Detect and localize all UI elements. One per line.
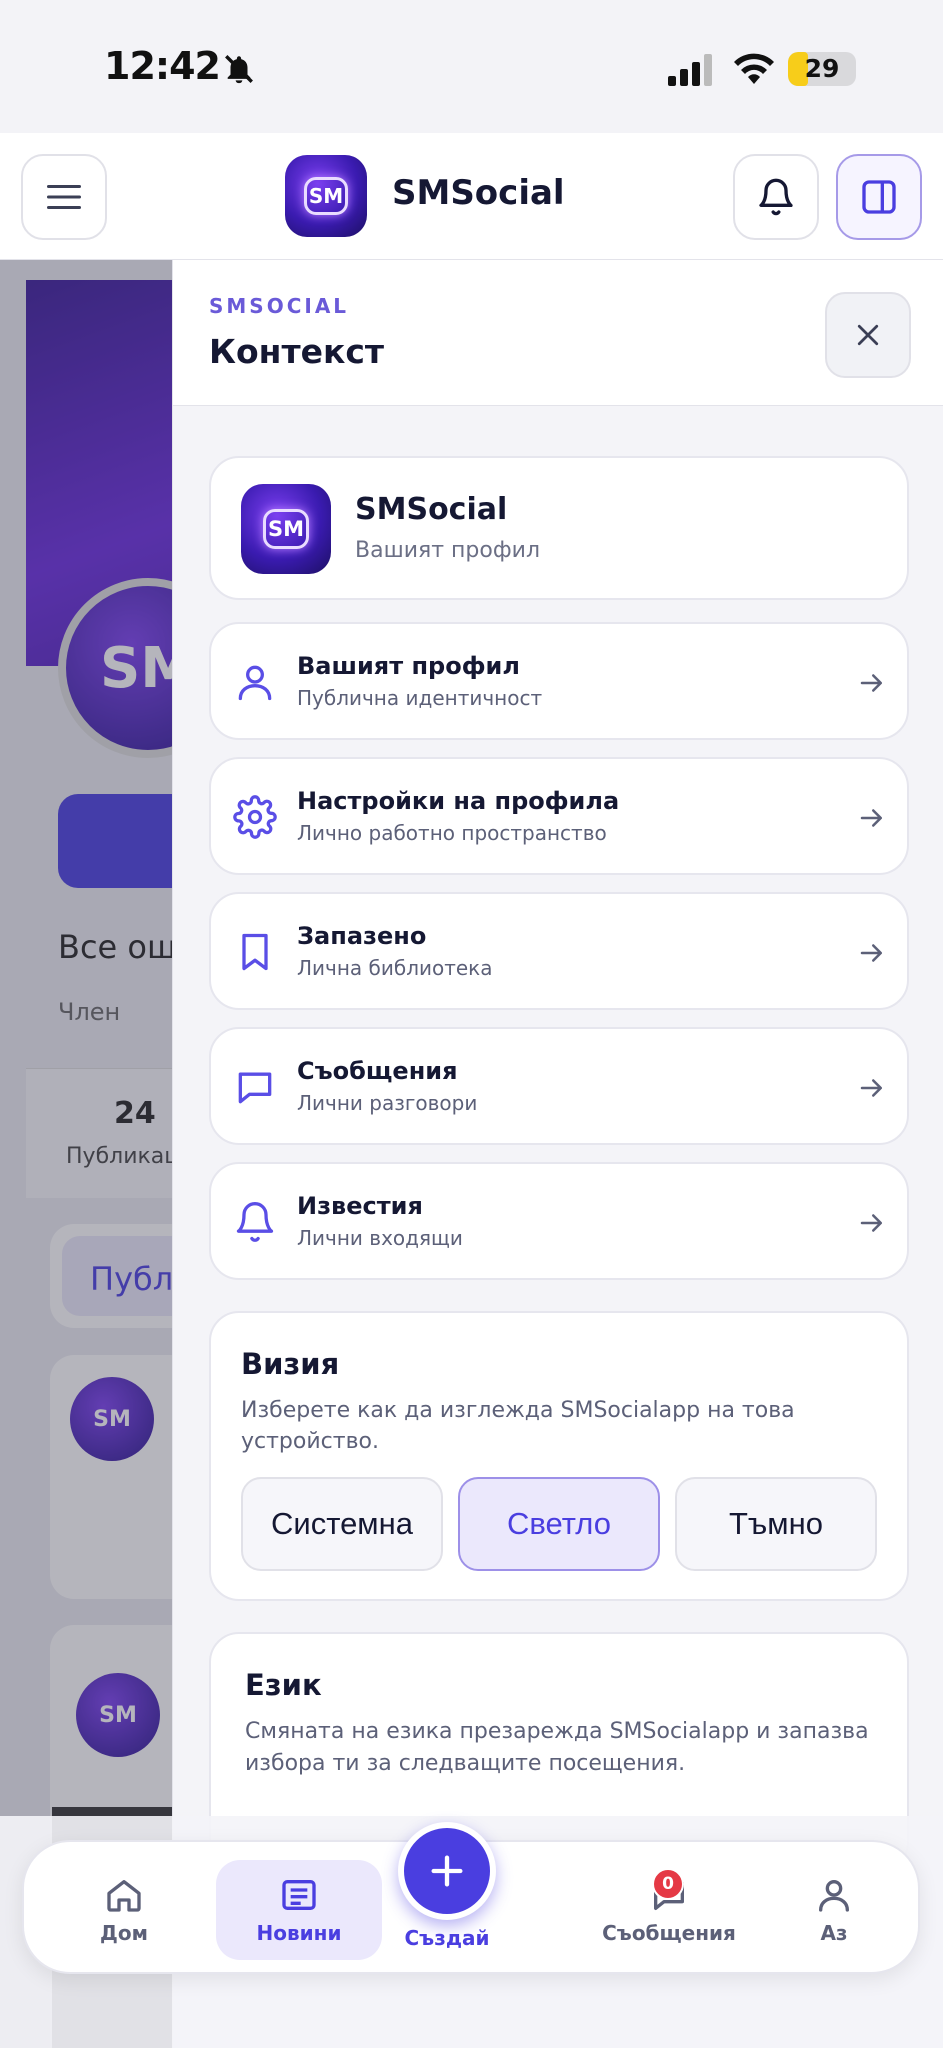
menu-item-sub: Лична библиотека <box>297 956 493 980</box>
app-brand: SMSocial <box>392 173 565 213</box>
bookmark-icon <box>242 933 268 971</box>
profile-name: SMSocial <box>355 492 508 527</box>
menu-button[interactable] <box>21 154 107 240</box>
menu-item-saved[interactable]: Запазено Лична библиотека <box>209 892 909 1010</box>
nav-home-label: Дом <box>100 1921 148 1945</box>
nav-home[interactable]: Дом <box>64 1860 184 1960</box>
nav-me-label: Аз <box>820 1921 848 1945</box>
create-button[interactable] <box>398 1822 496 1920</box>
arrow-right-icon <box>860 1214 882 1232</box>
hamburger-icon <box>47 185 81 209</box>
language-heading: Език <box>245 1668 322 1702</box>
signal-icon <box>668 54 712 86</box>
profile-logo-text: SM <box>263 509 309 549</box>
gear-icon <box>233 795 277 839</box>
side-panel-button[interactable] <box>836 154 922 240</box>
battery-indicator: 29 <box>788 52 856 86</box>
nav-me[interactable]: Аз <box>784 1860 884 1960</box>
close-button[interactable] <box>825 292 911 378</box>
context-drawer: SMSOCIAL Контекст SM SMSocial Вашият про… <box>172 260 943 2048</box>
menu-item-sub: Лични входящи <box>297 1226 463 1250</box>
arrow-right-icon <box>860 674 882 692</box>
create-label: Създай <box>404 1926 490 1950</box>
bell-off-icon <box>225 55 253 84</box>
menu-item-notifications[interactable]: Известия Лични входящи <box>209 1162 909 1280</box>
menu-item-sub: Публична идентичност <box>297 686 543 710</box>
menu-item-label: Настройки на профила <box>297 787 620 815</box>
user-icon <box>819 1880 849 1912</box>
drawer-title: Контекст <box>209 332 385 371</box>
battery-level: 29 <box>804 54 840 83</box>
bell-icon <box>759 178 793 216</box>
nav-messages-label: Съобщения <box>602 1921 736 1945</box>
menu-item-sub: Лично работно пространство <box>297 821 607 845</box>
nav-news-label: Новини <box>256 1921 342 1945</box>
menu-item-label: Съобщения <box>297 1057 458 1085</box>
arrow-right-icon <box>860 944 882 962</box>
theme-card: Визия Изберете как да изглежда SMSociala… <box>209 1311 909 1601</box>
plus-icon <box>431 1855 463 1887</box>
theme-heading: Визия <box>241 1347 340 1381</box>
sidebar-panel-icon <box>862 180 896 214</box>
arrow-right-icon <box>860 1079 882 1097</box>
menu-item-profile[interactable]: Вашият профил Публична идентичност <box>209 622 909 740</box>
theme-option-dark[interactable]: Тъмно <box>675 1477 877 1571</box>
user-icon <box>238 665 272 701</box>
status-time: 12:42 <box>104 44 221 88</box>
theme-option-light[interactable]: Светло <box>458 1477 660 1571</box>
close-icon <box>857 324 879 346</box>
menu-item-label: Известия <box>297 1192 423 1220</box>
app-logo[interactable]: SM <box>285 155 367 237</box>
nav-news[interactable]: Новини <box>216 1860 382 1960</box>
arrow-right-icon <box>860 809 882 827</box>
menu-item-messages[interactable]: Съобщения Лични разговори <box>209 1027 909 1145</box>
chat-icon <box>238 1072 272 1104</box>
drawer-header: SMSOCIAL Контекст <box>173 260 943 406</box>
bell-icon <box>236 1202 274 1242</box>
newspaper-icon <box>282 1880 316 1910</box>
logo-text: SM <box>304 177 348 215</box>
theme-description: Изберете как да изглежда SMSocialapp на … <box>241 1398 795 1454</box>
profile-card[interactable]: SM SMSocial Вашият профил <box>209 456 909 600</box>
wifi-icon <box>734 53 774 84</box>
theme-option-system[interactable]: Системна <box>241 1477 443 1571</box>
app-header: SM SMSocial <box>0 133 943 260</box>
profile-logo: SM <box>241 484 331 574</box>
messages-badge: 0 <box>652 1868 684 1900</box>
home-icon <box>107 1880 141 1912</box>
notifications-button[interactable] <box>733 154 819 240</box>
status-bar: 12:42 29 <box>0 0 943 133</box>
menu-item-sub: Лични разговори <box>297 1091 478 1115</box>
language-description: Смяната на езика презарежда SMSocialapp … <box>245 1719 869 1776</box>
drawer-eyebrow: SMSOCIAL <box>209 294 350 318</box>
menu-item-label: Вашият профил <box>297 652 520 680</box>
menu-item-profile-settings[interactable]: Настройки на профила Лично работно прост… <box>209 757 909 875</box>
profile-subtitle: Вашият профил <box>355 538 541 563</box>
menu-item-label: Запазено <box>297 922 427 950</box>
